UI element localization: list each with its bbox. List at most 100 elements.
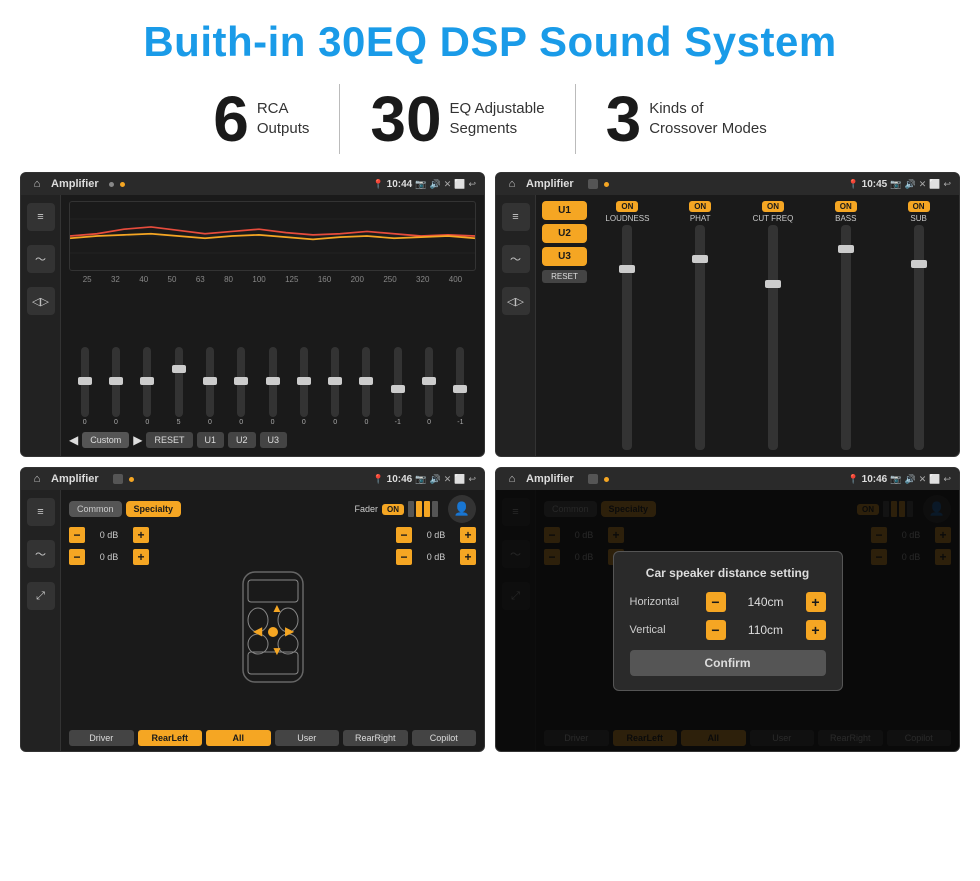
eq-track-3[interactable] — [143, 347, 151, 417]
confirm-button[interactable]: Confirm — [630, 650, 826, 676]
btn-driver[interactable]: Driver — [69, 730, 134, 746]
common-btn[interactable]: Common — [69, 501, 122, 517]
db-plus-4[interactable]: + — [460, 549, 476, 565]
eq-track-9[interactable] — [331, 347, 339, 417]
fader-window-icon[interactable]: ⬜ — [454, 474, 465, 485]
eq-thumb-4[interactable] — [172, 365, 186, 373]
horizontal-minus[interactable]: − — [706, 592, 726, 612]
fader-close-icon[interactable]: ✕ — [444, 474, 452, 485]
btn-all[interactable]: All — [206, 730, 271, 746]
eq-track-11[interactable] — [394, 347, 402, 417]
eq-thumb-2[interactable] — [109, 377, 123, 385]
eq-track-12[interactable] — [425, 347, 433, 417]
crossover-home-icon[interactable]: ⌂ — [504, 176, 520, 192]
btn-rearright[interactable]: RearRight — [343, 730, 408, 746]
phat-thumb[interactable] — [692, 255, 708, 263]
db-minus-3[interactable]: − — [396, 527, 412, 543]
person-icon[interactable]: 👤 — [448, 495, 476, 523]
btn-user[interactable]: User — [275, 730, 340, 746]
eq-track-10[interactable] — [362, 347, 370, 417]
db-minus-1[interactable]: − — [69, 527, 85, 543]
cutfreq-track[interactable] — [768, 225, 778, 450]
db-plus-3[interactable]: + — [460, 527, 476, 543]
eq-thumb-13[interactable] — [453, 385, 467, 393]
eq-thumb-12[interactable] — [422, 377, 436, 385]
dialog-back-icon[interactable]: ↩ — [943, 474, 951, 485]
eq-track-5[interactable] — [206, 347, 214, 417]
crossover-vol-icon[interactable]: ◁▷ — [502, 287, 530, 315]
vertical-minus[interactable]: − — [706, 620, 726, 640]
fader-back-icon[interactable]: ↩ — [468, 474, 476, 485]
dialog-home-icon[interactable]: ⌂ — [504, 471, 520, 487]
bass-track[interactable] — [841, 225, 851, 450]
fader-filter-icon[interactable]: ≡ — [27, 498, 55, 526]
db-minus-4[interactable]: − — [396, 549, 412, 565]
eq-wave-icon[interactable]: 〜 — [27, 245, 55, 273]
eq-u1-btn[interactable]: U1 — [197, 432, 225, 448]
loudness-on[interactable]: ON — [616, 201, 638, 212]
dialog-window-icon[interactable]: ⬜ — [929, 474, 940, 485]
phat-on[interactable]: ON — [689, 201, 711, 212]
back-icon[interactable]: ↩ — [468, 179, 476, 190]
vertical-plus[interactable]: + — [806, 620, 826, 640]
eq-thumb-8[interactable] — [297, 377, 311, 385]
sub-thumb[interactable] — [911, 260, 927, 268]
eq-track-1[interactable] — [81, 347, 89, 417]
eq-thumb-6[interactable] — [234, 377, 248, 385]
dialog-close-icon[interactable]: ✕ — [919, 474, 927, 485]
eq-thumb-7[interactable] — [266, 377, 280, 385]
eq-track-2[interactable] — [112, 347, 120, 417]
crossover-back-icon[interactable]: ↩ — [943, 179, 951, 190]
crossover-wave-icon[interactable]: 〜 — [502, 245, 530, 273]
eq-track-13[interactable] — [456, 347, 464, 417]
u1-btn[interactable]: U1 — [542, 201, 587, 220]
loudness-track[interactable] — [622, 225, 632, 450]
fader-expand-icon[interactable]: ⤢ — [27, 582, 55, 610]
crossover-reset[interactable]: RESET — [542, 270, 587, 283]
crossover-filter-icon[interactable]: ≡ — [502, 203, 530, 231]
eq-filter-icon[interactable]: ≡ — [27, 203, 55, 231]
sub-on[interactable]: ON — [908, 201, 930, 212]
eq-thumb-10[interactable] — [359, 377, 373, 385]
eq-u2-btn[interactable]: U2 — [228, 432, 256, 448]
eq-track-7[interactable] — [269, 347, 277, 417]
btn-rearleft[interactable]: RearLeft — [138, 730, 203, 746]
eq-u3-btn[interactable]: U3 — [260, 432, 288, 448]
crossover-close-icon[interactable]: ✕ — [919, 179, 927, 190]
eq-track-4[interactable] — [175, 347, 183, 417]
loudness-thumb[interactable] — [619, 265, 635, 273]
eq-thumb-9[interactable] — [328, 377, 342, 385]
eq-preset-custom[interactable]: Custom — [82, 432, 129, 448]
u3-btn[interactable]: U3 — [542, 247, 587, 266]
btn-copilot[interactable]: Copilot — [412, 730, 477, 746]
close-icon[interactable]: ✕ — [444, 179, 452, 190]
window-icon[interactable]: ⬜ — [454, 179, 465, 190]
eq-vol-icon[interactable]: ◁▷ — [27, 287, 55, 315]
eq-thumb-11[interactable] — [391, 385, 405, 393]
eq-next[interactable]: ▶ — [133, 433, 142, 447]
cutfreq-thumb[interactable] — [765, 280, 781, 288]
eq-thumb-3[interactable] — [140, 377, 154, 385]
u2-btn[interactable]: U2 — [542, 224, 587, 243]
bass-on[interactable]: ON — [835, 201, 857, 212]
db-plus-1[interactable]: + — [133, 527, 149, 543]
phat-track[interactable] — [695, 225, 705, 450]
eq-track-6[interactable] — [237, 347, 245, 417]
home-icon[interactable]: ⌂ — [29, 176, 45, 192]
eq-prev[interactable]: ◀ — [69, 433, 78, 447]
crossover-window-icon[interactable]: ⬜ — [929, 179, 940, 190]
fader-home-icon[interactable]: ⌂ — [29, 471, 45, 487]
cutfreq-on[interactable]: ON — [762, 201, 784, 212]
eq-reset-btn[interactable]: RESET — [146, 432, 192, 448]
db-plus-2[interactable]: + — [133, 549, 149, 565]
eq-track-8[interactable] — [300, 347, 308, 417]
sub-track[interactable] — [914, 225, 924, 450]
bass-thumb[interactable] — [838, 245, 854, 253]
horizontal-plus[interactable]: + — [806, 592, 826, 612]
specialty-btn[interactable]: Specialty — [126, 501, 182, 517]
db-minus-2[interactable]: − — [69, 549, 85, 565]
eq-thumb-5[interactable] — [203, 377, 217, 385]
eq-thumb-1[interactable] — [78, 377, 92, 385]
fader-wave-icon[interactable]: 〜 — [27, 540, 55, 568]
fader-on[interactable]: ON — [382, 504, 404, 515]
